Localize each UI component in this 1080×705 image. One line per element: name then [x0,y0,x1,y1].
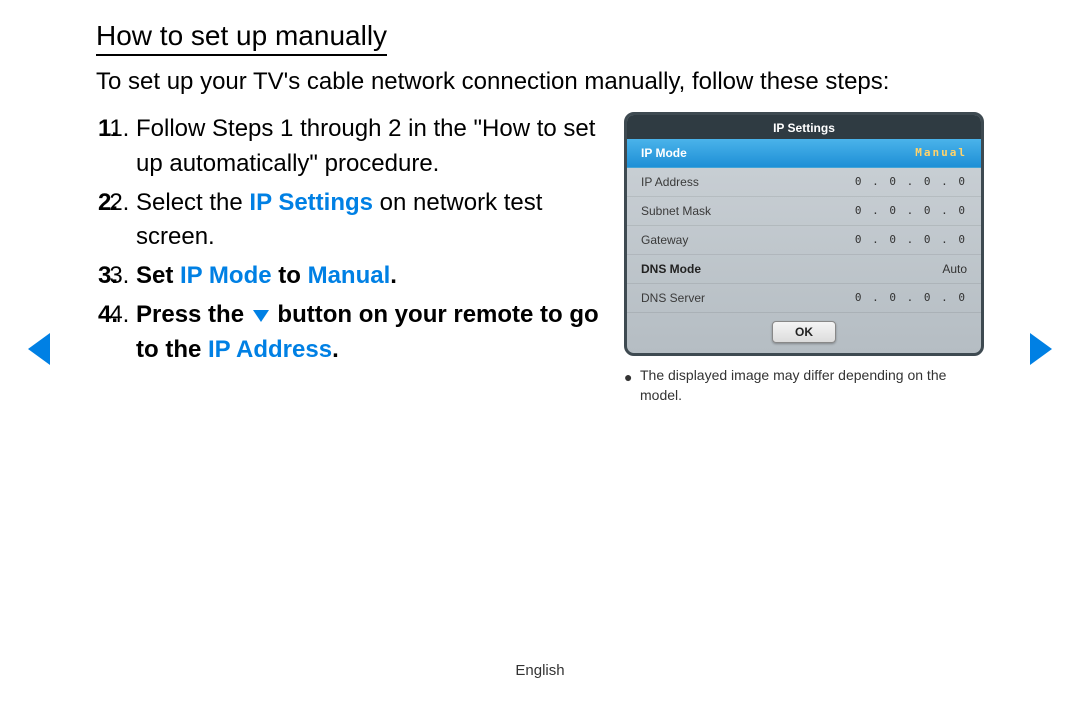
step-text: Select the [136,189,249,216]
step-item: 2.Select the IP Settings on network test… [136,186,600,256]
panel-row-label: Gateway [641,233,688,247]
step-text: IP Mode [180,262,272,289]
step-item: 4.Press the button on your remote to go … [136,298,600,368]
step-text: Press the [136,301,251,328]
step-item: 1.Follow Steps 1 through 2 in the "How t… [136,112,600,182]
intro-text: To set up your TV's cable network connec… [96,68,984,96]
panel-row-label: IP Address [641,175,699,189]
footer-language: English [0,662,1080,679]
note-text: ● The displayed image may differ dependi… [624,366,984,405]
step-text: IP Settings [249,189,373,216]
ip-settings-panel: IP Settings IP Mode Manual IP Address 0 .… [624,112,984,356]
step-number: 2. [98,186,118,221]
dns-mode-value: Auto [942,262,967,276]
page-title: How to set up manually [96,20,387,56]
step-number: 1. [98,112,118,147]
panel-title: IP Settings [627,115,981,139]
panel-row-value: 0 . 0 . 0 . 0 [855,175,967,189]
steps-list: 1. Follow Steps 1 through 2 in the "How t… [96,112,600,405]
dns-server-row: DNS Server 0 . 0 . 0 . 0 [627,284,981,313]
next-page-icon[interactable] [1030,333,1052,365]
ip-mode-row[interactable]: IP Mode Manual [627,139,981,168]
step-item: 3.Set IP Mode to Manual. [136,259,600,294]
panel-row: IP Address 0 . 0 . 0 . 0 [627,168,981,197]
dns-server-label: DNS Server [641,291,705,305]
dns-mode-label: DNS Mode [641,262,701,276]
panel-row-label: Subnet Mask [641,204,711,218]
note-content: The displayed image may differ depending… [640,367,946,403]
prev-page-icon[interactable] [28,333,50,365]
panel-row: Gateway 0 . 0 . 0 . 0 [627,226,981,255]
step-text: Follow Steps 1 through 2 in the "How to … [136,115,595,177]
down-arrow-icon [253,310,269,322]
ip-mode-value: Manual [915,146,967,160]
dns-mode-row[interactable]: DNS Mode Auto [627,255,981,284]
step-number: 3. [98,259,118,294]
panel-row-value: 0 . 0 . 0 . 0 [855,204,967,218]
dns-server-value: 0 . 0 . 0 . 0 [855,291,967,305]
step-text: to [272,262,308,289]
ip-mode-label: IP Mode [641,146,687,160]
ok-button[interactable]: OK [772,321,836,343]
step-text: . [390,262,397,289]
panel-row-value: 0 . 0 . 0 . 0 [855,233,967,247]
step-number: 4. [98,298,118,333]
step-text: . [332,336,339,363]
step-text: IP Address [208,336,332,363]
bullet-icon: ● [624,368,632,388]
step-text: Set [136,262,180,289]
step-text: Manual [308,262,391,289]
panel-row: Subnet Mask 0 . 0 . 0 . 0 [627,197,981,226]
